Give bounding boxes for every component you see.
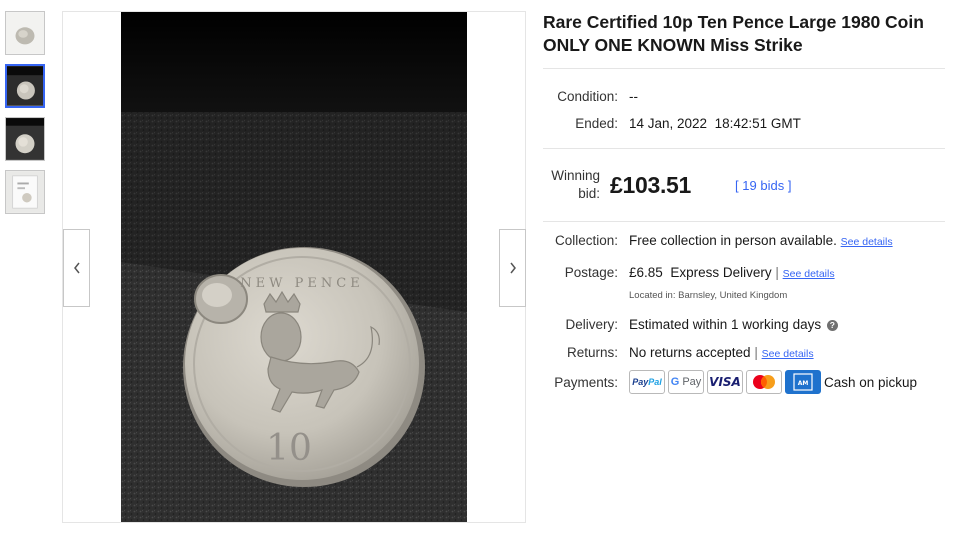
cash-on-pickup: Cash on pickup [824, 374, 918, 390]
winning-bid-label: Winning bid: [543, 167, 600, 203]
delivery-label: Delivery: [565, 317, 618, 332]
collection-text: Free collection in person available. [629, 233, 837, 248]
postage-see-details-link[interactable]: See details [783, 268, 835, 280]
ended-time: 18:42:51 GMT [714, 116, 801, 131]
thumbnail-strip [5, 11, 47, 223]
divider [543, 221, 945, 222]
separator: | [754, 345, 758, 360]
collection-see-details-link[interactable]: See details [841, 236, 893, 248]
collection-value: Free collection in person available. See… [629, 232, 893, 251]
returns-label: Returns: [566, 345, 618, 360]
separator: | [775, 265, 779, 280]
visa-logo-icon: VISA [707, 370, 743, 394]
payments-row: Payments: Pay Pal G Pay VISA AM Cash on p… [543, 370, 945, 394]
bid-count-link[interactable]: [ 19 bids ] [735, 178, 791, 193]
winning-bid-label-line1: Winning [551, 168, 600, 183]
postage-value: £6.85 Express Delivery | See details Loc… [629, 264, 835, 304]
chevron-right-icon [509, 262, 516, 274]
collection-label: Collection: [554, 233, 618, 248]
chevron-left-icon [73, 262, 80, 274]
thumbnail-3-image [6, 118, 44, 160]
coin-photo: NEW PENCE 10 [121, 12, 467, 522]
condition-value: -- [629, 89, 638, 104]
thumbnail-1-image [6, 12, 44, 54]
winning-bid-label-line2: bid: [578, 186, 600, 201]
listing-title: Rare Certified 10p Ten Pence Large 1980 … [543, 12, 924, 55]
next-image-button[interactable] [499, 229, 526, 307]
delivery-row: Delivery: Estimated within 1 working day… [543, 316, 945, 333]
coin-denomination: 10 [266, 428, 312, 469]
delivery-value: Estimated within 1 working days ? [629, 316, 838, 333]
postage-label: Postage: [564, 265, 618, 280]
previous-image-button[interactable] [63, 229, 90, 307]
google-pay-logo-icon: G Pay [668, 370, 704, 394]
bid-count-text[interactable]: 19 bids [742, 178, 784, 193]
bid-count-close-bracket: ] [787, 177, 792, 193]
paypal-logo-icon: Pay Pal [629, 370, 665, 394]
ended-value: 14 Jan, 2022 18:42:51 GMT [629, 115, 801, 132]
returns-see-details-link[interactable]: See details [762, 348, 814, 360]
winning-bid-price: £103.51 [610, 171, 692, 198]
payments-label: Payments: [554, 374, 618, 390]
condition-label: Condition: [557, 89, 618, 104]
thumbnail-4[interactable] [5, 170, 45, 214]
image-gallery: NEW PENCE 10 [62, 11, 526, 523]
main-photo[interactable]: NEW PENCE 10 [121, 12, 467, 522]
collection-row: Collection: Free collection in person av… [543, 232, 945, 251]
coin-legend: NEW PENCE [240, 276, 363, 291]
ended-date: 14 Jan, 2022 [629, 116, 708, 131]
ended-row: Ended: 14 Jan, 2022 18:42:51 GMT [543, 115, 945, 132]
payment-methods: Pay Pal G Pay VISA AM Cash on pickup [629, 370, 917, 394]
thumbnail-4-image [6, 171, 44, 213]
divider [543, 68, 945, 69]
thumbnail-3[interactable] [5, 117, 45, 161]
american-express-logo-icon: AM [785, 370, 821, 394]
listing-details: Rare Certified 10p Ten Pence Large 1980 … [543, 0, 945, 394]
question-circle-icon[interactable]: ? [826, 320, 838, 331]
thumbnail-2-image [7, 66, 43, 106]
bid-count-open-bracket: [ [735, 177, 739, 193]
svg-text:AM: AM [798, 380, 809, 387]
postage-row: Postage: £6.85 Express Delivery | See de… [543, 264, 945, 304]
postage-service: Express Delivery [670, 265, 772, 280]
mastercard-logo-icon [746, 370, 782, 394]
ended-label: Ended: [575, 116, 618, 131]
returns-text: No returns accepted [629, 345, 751, 360]
thumbnail-2[interactable] [5, 64, 45, 108]
returns-value: No returns accepted | See details [629, 344, 814, 363]
condition-row: Condition: -- [543, 88, 945, 105]
postage-price: £6.85 [629, 265, 663, 280]
delivery-text: Estimated within 1 working days [629, 317, 822, 332]
returns-row: Returns: No returns accepted | See detai… [543, 344, 945, 363]
winning-bid-row: Winning bid: £103.51 [ 19 bids ] [543, 149, 945, 221]
thumbnail-1[interactable] [5, 11, 45, 55]
item-location: Located in: Barnsley, United Kingdom [629, 290, 788, 301]
